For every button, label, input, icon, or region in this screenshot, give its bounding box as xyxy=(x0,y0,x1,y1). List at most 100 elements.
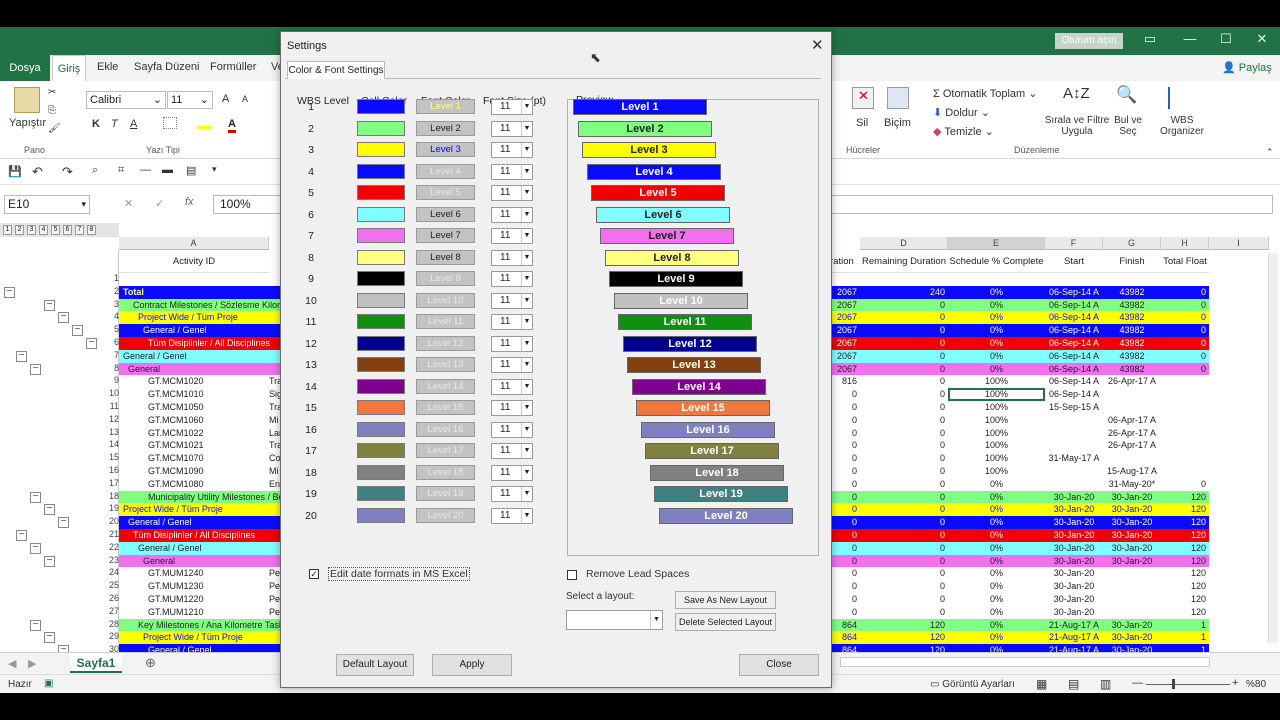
finish-cell[interactable]: 30-Jan-20 xyxy=(1103,503,1161,516)
format-cells-icon[interactable] xyxy=(887,87,909,109)
finish-cell[interactable]: 43982 xyxy=(1103,286,1161,299)
font-size-select[interactable]: 11 ▼ xyxy=(491,207,533,223)
row-number[interactable]: 6 xyxy=(100,337,119,347)
font-size-select[interactable]: 11 ▼ xyxy=(491,314,533,330)
zoom-level[interactable]: %80 xyxy=(1246,679,1266,690)
row-number[interactable]: 1 xyxy=(100,273,119,283)
close-window-icon[interactable]: ✕ xyxy=(1252,31,1272,47)
vertical-scrollbar[interactable] xyxy=(1268,253,1278,643)
dur-cell[interactable] xyxy=(830,273,860,286)
finish-cell[interactable]: 43982 xyxy=(1103,311,1161,324)
start-cell[interactable] xyxy=(1045,414,1103,427)
pct-cell[interactable]: 100% xyxy=(948,401,1045,414)
cell-color-swatch[interactable] xyxy=(357,443,405,458)
font-size-select[interactable]: 11 ▼ xyxy=(491,336,533,352)
dur-cell[interactable]: 0 xyxy=(830,503,860,516)
font-color-button[interactable]: A xyxy=(228,118,236,133)
rem-cell[interactable]: 0 xyxy=(860,401,948,414)
collapse-group-icon[interactable]: − xyxy=(58,645,69,652)
autosum-button[interactable]: Σ Otomatik Toplam ⌄ xyxy=(933,87,1037,100)
cut-icon[interactable]: ✂ xyxy=(48,87,56,98)
finish-cell[interactable]: 30-Jan-20 xyxy=(1103,644,1161,652)
finish-cell[interactable]: 30-Jan-20 xyxy=(1103,631,1161,644)
outline-level-button[interactable]: 2 xyxy=(15,225,24,235)
tf-cell[interactable]: 120 xyxy=(1161,503,1209,516)
start-cell[interactable]: 30-Jan-20 xyxy=(1045,503,1103,516)
font-size-select[interactable]: 11 ▼ xyxy=(491,142,533,158)
close-button[interactable]: Close xyxy=(739,654,819,676)
pct-cell[interactable]: 0% xyxy=(948,516,1045,529)
collapse-group-icon[interactable]: − xyxy=(72,325,83,336)
delete-selected-layout-button[interactable]: Delete Selected Layout xyxy=(675,613,776,631)
start-cell[interactable]: 06-Sep-14 A xyxy=(1045,286,1103,299)
start-cell[interactable] xyxy=(1045,439,1103,452)
font-size-select[interactable]: 11 ▼ xyxy=(491,293,533,309)
dur-cell[interactable]: 0 xyxy=(830,606,860,619)
row-number[interactable]: 10 xyxy=(100,388,119,398)
collapse-group-icon[interactable]: − xyxy=(30,543,41,554)
font-color-button[interactable]: Level 11 xyxy=(416,314,475,329)
dur-cell[interactable]: 0 xyxy=(830,388,860,401)
column-header-h[interactable]: H xyxy=(1161,237,1209,250)
rem-cell[interactable]: 0 xyxy=(860,593,948,606)
tab-file[interactable]: Dosya xyxy=(0,55,50,81)
row-number[interactable]: 24 xyxy=(100,567,119,577)
row-number[interactable]: 8 xyxy=(100,363,119,373)
grow-font-button[interactable]: A xyxy=(222,93,229,105)
rem-cell[interactable]: 0 xyxy=(860,606,948,619)
column-header-a[interactable]: A xyxy=(119,237,269,250)
font-size-select[interactable]: 11 ▼ xyxy=(491,250,533,266)
pct-cell[interactable]: 0% xyxy=(948,478,1045,491)
row-number[interactable]: 16 xyxy=(100,465,119,475)
finish-cell[interactable] xyxy=(1103,273,1161,286)
row-number[interactable]: 27 xyxy=(100,606,119,616)
row-number[interactable]: 22 xyxy=(100,542,119,552)
tf-cell[interactable]: 1 xyxy=(1161,631,1209,644)
tf-cell[interactable]: 0 xyxy=(1161,286,1209,299)
tab-home[interactable]: Giriş xyxy=(52,55,86,81)
cell-color-swatch[interactable] xyxy=(357,422,405,437)
shrink-font-button[interactable]: A xyxy=(242,94,248,104)
finish-cell[interactable]: 43982 xyxy=(1103,324,1161,337)
start-cell[interactable]: 21-Aug-17 A xyxy=(1045,644,1103,652)
page-layout-view-icon[interactable]: ▤ xyxy=(1068,677,1079,691)
activity-id-cell[interactable]: Project Wide / Tüm Proje xyxy=(123,503,281,516)
tf-cell[interactable]: 120 xyxy=(1161,516,1209,529)
enter-icon[interactable]: ✓ xyxy=(155,197,164,210)
rem-cell[interactable]: 0 xyxy=(860,337,948,350)
row-number[interactable]: 5 xyxy=(100,324,119,334)
sort-filter-button[interactable]: Sırala ve Filtre Uygula xyxy=(1044,115,1110,137)
font-color-button[interactable]: Level 15 xyxy=(416,400,475,415)
font-size-select[interactable]: 11 ▼ xyxy=(491,422,533,438)
tf-cell[interactable]: 120 xyxy=(1161,593,1209,606)
next-sheet-icon[interactable]: ▶ xyxy=(28,657,36,670)
start-cell[interactable]: 30-Jan-20 xyxy=(1045,593,1103,606)
fill-rect-icon[interactable]: ▬ xyxy=(162,164,173,176)
rem-cell[interactable]: 0 xyxy=(860,324,948,337)
column-header-e[interactable]: E xyxy=(948,237,1045,250)
rem-cell[interactable]: 0 xyxy=(860,542,948,555)
rem-cell[interactable]: 0 xyxy=(860,478,948,491)
row-number[interactable]: 11 xyxy=(100,401,119,411)
font-color-button[interactable]: Level 14 xyxy=(416,379,475,394)
collapse-group-icon[interactable]: − xyxy=(58,312,69,323)
name-box[interactable]: E10 ▾ xyxy=(4,195,90,214)
delete-button[interactable]: Sil xyxy=(856,117,868,129)
activity-id-cell[interactable]: Tüm Disiplinler / All Disciplines xyxy=(133,529,291,542)
rem-cell[interactable]: 120 xyxy=(860,644,948,652)
finish-cell[interactable] xyxy=(1103,593,1161,606)
activity-id-cell[interactable]: General / Genel xyxy=(123,350,281,363)
row-number[interactable]: 28 xyxy=(100,619,119,629)
pct-cell[interactable]: 0% xyxy=(948,580,1045,593)
ribbon-display-icon[interactable]: ▭ xyxy=(1140,31,1160,47)
cell-color-swatch[interactable] xyxy=(357,465,405,480)
font-size-select[interactable]: 11 ▼ xyxy=(491,121,533,137)
activity-id-cell[interactable]: General / Genel xyxy=(138,542,296,555)
remove-lead-spaces-checkbox[interactable] xyxy=(567,570,577,580)
fill-button[interactable]: ⬇ Doldur ⌄ xyxy=(933,106,990,119)
start-cell[interactable]: 30-Jan-20 xyxy=(1045,606,1103,619)
start-cell[interactable]: 06-Sep-14 A xyxy=(1045,324,1103,337)
zoom-out-icon[interactable]: — xyxy=(1132,677,1143,689)
dur-cell[interactable]: 0 xyxy=(830,439,860,452)
start-cell[interactable]: 06-Sep-14 A xyxy=(1045,388,1103,401)
